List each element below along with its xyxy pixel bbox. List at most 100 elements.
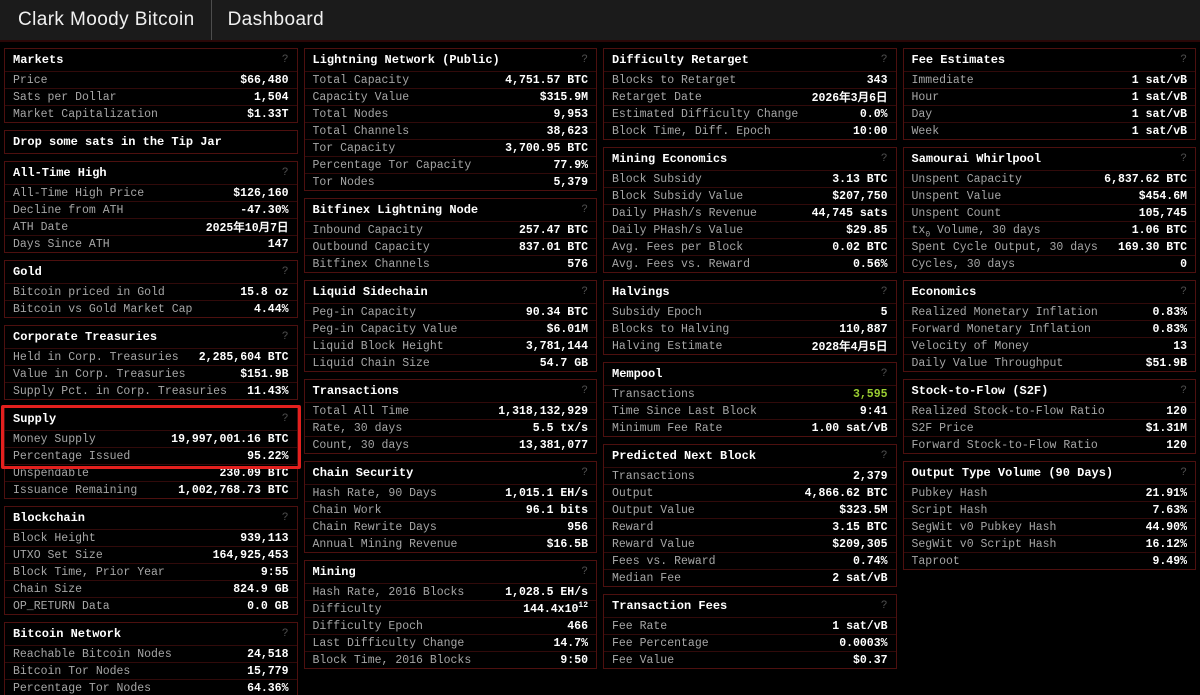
- stat-label: Avg. Fees vs. Reward: [612, 258, 750, 271]
- brand-link[interactable]: Clark Moody Bitcoin: [18, 9, 195, 31]
- stat-row: Difficulty Epoch 466: [305, 617, 597, 634]
- panel-header: Blockchain ?: [5, 507, 297, 529]
- panel-title: Difficulty Retarget: [612, 53, 749, 67]
- help-icon[interactable]: ?: [881, 369, 888, 380]
- help-icon[interactable]: ?: [282, 267, 289, 278]
- stat-value: 24,518: [247, 648, 288, 661]
- column-4: Fee Estimates ? Immediate 1 sat/vB Hour …: [903, 48, 1197, 570]
- help-icon[interactable]: ?: [282, 629, 289, 640]
- stat-row: Blocks to Halving 110,887: [604, 320, 896, 337]
- stat-label: Taproot: [912, 555, 960, 568]
- stat-label: Inbound Capacity: [313, 224, 423, 237]
- stat-value: -47.30%: [240, 204, 288, 217]
- stat-panel: Mining ? Hash Rate, 2016 Blocks 1,028.5 …: [304, 560, 598, 669]
- stat-value: 54.7 GB: [540, 357, 588, 370]
- stat-row: Median Fee 2 sat/vB: [604, 569, 896, 586]
- stat-row: Reward 3.15 BTC: [604, 518, 896, 535]
- help-icon[interactable]: ?: [282, 168, 289, 179]
- stat-value: 3.13 BTC: [832, 173, 887, 186]
- top-nav: Clark Moody Bitcoin Dashboard: [0, 0, 1200, 42]
- stat-row: Block Height 939,113: [5, 529, 297, 546]
- panel-rows: Held in Corp. Treasuries 2,285,604 BTC V…: [5, 348, 297, 399]
- help-icon[interactable]: ?: [282, 332, 289, 343]
- panel-header: Transaction Fees ?: [604, 595, 896, 617]
- stat-value: 2026年3月6日: [812, 89, 888, 105]
- help-icon[interactable]: ?: [1180, 154, 1187, 165]
- help-icon[interactable]: ?: [581, 468, 588, 479]
- stat-panel: Markets ? Price $66,480 Sats per Dollar …: [4, 48, 298, 123]
- stat-row: Avg. Fees vs. Reward 0.56%: [604, 255, 896, 272]
- stat-label: Daily PHash/s Value: [612, 224, 743, 237]
- stat-value: 0.56%: [853, 258, 888, 271]
- help-icon[interactable]: ?: [1180, 386, 1187, 397]
- panel-rows: Block Subsidy 3.13 BTC Block Subsidy Val…: [604, 170, 896, 272]
- stat-value: 64.36%: [247, 682, 288, 695]
- stat-value: $1.31M: [1146, 422, 1187, 435]
- help-icon[interactable]: ?: [1180, 55, 1187, 66]
- stat-value: $16.5B: [547, 538, 588, 551]
- stat-row: Taproot 9.49%: [904, 552, 1196, 569]
- stat-label: Realized Monetary Inflation: [912, 306, 1098, 319]
- stat-row: Tor Nodes 5,379: [305, 173, 597, 190]
- help-icon[interactable]: ?: [881, 287, 888, 298]
- stat-label: UTXO Set Size: [13, 549, 103, 562]
- panel-header: Economics ?: [904, 281, 1196, 303]
- stat-value: 1,002,768.73 BTC: [178, 484, 288, 497]
- stat-value: 576: [567, 258, 588, 271]
- stat-panel: Drop some sats in the Tip Jar: [4, 130, 298, 154]
- stat-panel: Blockchain ? Block Height 939,113 UTXO S…: [4, 506, 298, 615]
- panel-header: All-Time High ?: [5, 162, 297, 184]
- stat-label: Blocks to Retarget: [612, 74, 736, 87]
- stat-label: Block Height: [13, 532, 96, 545]
- stat-value: 0.83%: [1152, 306, 1187, 319]
- help-icon[interactable]: ?: [881, 601, 888, 612]
- stat-row: Block Subsidy Value $207,750: [604, 187, 896, 204]
- help-icon[interactable]: ?: [581, 287, 588, 298]
- panel-rows: Reachable Bitcoin Nodes 24,518 Bitcoin T…: [5, 645, 297, 695]
- help-icon[interactable]: ?: [581, 386, 588, 397]
- stat-label: Peg-in Capacity Value: [313, 323, 458, 336]
- help-icon[interactable]: ?: [581, 205, 588, 216]
- stat-value: 9:41: [860, 405, 888, 418]
- help-icon[interactable]: ?: [282, 414, 289, 425]
- stat-label: Fee Percentage: [612, 637, 709, 650]
- stat-label: Held in Corp. Treasuries: [13, 351, 179, 364]
- stat-label: Issuance Remaining: [13, 484, 137, 497]
- panel-title[interactable]: Drop some sats in the Tip Jar: [13, 135, 222, 149]
- panel-title: Markets: [13, 53, 63, 67]
- stat-panel: Predicted Next Block ? Transactions 2,37…: [603, 444, 897, 587]
- help-icon[interactable]: ?: [881, 451, 888, 462]
- stat-row: Fee Rate 1 sat/vB: [604, 617, 896, 634]
- help-icon[interactable]: ?: [282, 55, 289, 66]
- stat-label: Percentage Issued: [13, 450, 130, 463]
- stat-row: Total Capacity 4,751.57 BTC: [305, 71, 597, 88]
- stat-label: Hour: [912, 91, 940, 104]
- stat-row: Capacity Value $315.9M: [305, 88, 597, 105]
- stat-label: Bitcoin Tor Nodes: [13, 665, 130, 678]
- nav-item-dashboard[interactable]: Dashboard: [228, 9, 325, 31]
- help-icon[interactable]: ?: [282, 513, 289, 524]
- stat-value: 15,779: [247, 665, 288, 678]
- stat-row: Script Hash 7.63%: [904, 501, 1196, 518]
- help-icon[interactable]: ?: [881, 154, 888, 165]
- stat-row: Output Value $323.5M: [604, 501, 896, 518]
- stat-value: $323.5M: [839, 504, 887, 517]
- help-icon[interactable]: ?: [1180, 468, 1187, 479]
- stat-row: Unspent Value $454.6M: [904, 187, 1196, 204]
- help-icon[interactable]: ?: [581, 567, 588, 578]
- help-icon[interactable]: ?: [581, 55, 588, 66]
- panel-rows: Subsidy Epoch 5 Blocks to Halving 110,88…: [604, 303, 896, 354]
- stat-panel: Fee Estimates ? Immediate 1 sat/vB Hour …: [903, 48, 1197, 140]
- stat-row: Market Capitalization $1.33T: [5, 105, 297, 122]
- stat-value: 2 sat/vB: [832, 572, 887, 585]
- help-icon[interactable]: ?: [1180, 287, 1187, 298]
- stat-row: Fees vs. Reward 0.74%: [604, 552, 896, 569]
- panel-header: Predicted Next Block ?: [604, 445, 896, 467]
- stat-row: Day 1 sat/vB: [904, 105, 1196, 122]
- stat-row: Value in Corp. Treasuries $151.9B: [5, 365, 297, 382]
- panel-header: Bitfinex Lightning Node ?: [305, 199, 597, 221]
- help-icon[interactable]: ?: [881, 55, 888, 66]
- stat-label: Forward Monetary Inflation: [912, 323, 1091, 336]
- stat-row: Realized Stock-to-Flow Ratio 120: [904, 402, 1196, 419]
- stat-value: 96.1 bits: [526, 504, 588, 517]
